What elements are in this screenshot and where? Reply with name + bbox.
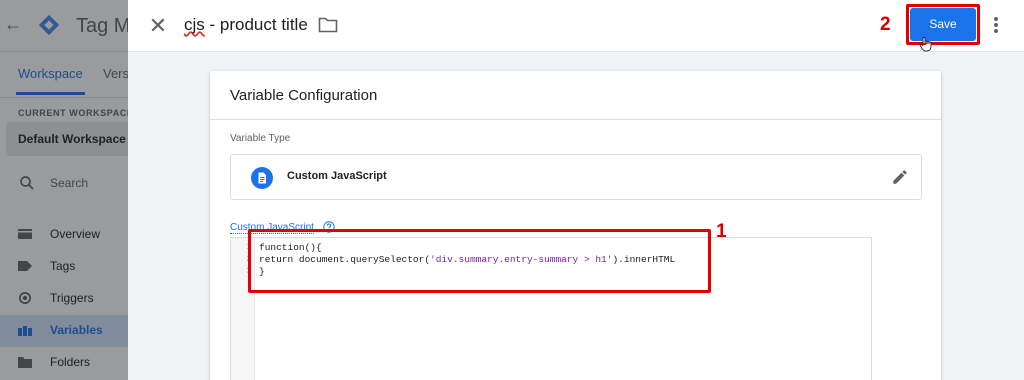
more-vertical-icon[interactable] <box>988 14 1004 36</box>
variable-type-label: Variable Type <box>230 133 291 144</box>
folder-icon[interactable] <box>318 16 338 34</box>
variable-name-field[interactable]: cjs - product title <box>184 15 308 35</box>
variable-editor-panel: ✕ cjs - product title 2 Save Variable Co… <box>128 0 1024 380</box>
card-title: Variable Configuration <box>230 87 378 104</box>
close-icon[interactable]: ✕ <box>146 14 170 38</box>
variable-type-value: Custom JavaScript <box>287 170 387 182</box>
divider <box>210 119 941 120</box>
variable-name-rest: - product title <box>204 15 308 34</box>
code-highlight-box <box>248 229 711 293</box>
editor-header: ✕ cjs - product title 2 Save <box>128 0 1024 52</box>
edit-pencil-icon[interactable] <box>891 168 909 186</box>
hand-cursor-icon <box>919 37 932 52</box>
variable-name-prefix: cjs <box>184 15 205 34</box>
step-2-badge: 2 <box>880 14 891 35</box>
custom-javascript-icon <box>251 167 273 189</box>
modal-scrim[interactable] <box>0 0 128 380</box>
step-1-badge: 1 <box>716 221 727 242</box>
variable-type-selector[interactable]: Custom JavaScript <box>230 154 922 200</box>
variable-configuration-card: Variable Configuration Variable Type Cus… <box>210 71 941 380</box>
